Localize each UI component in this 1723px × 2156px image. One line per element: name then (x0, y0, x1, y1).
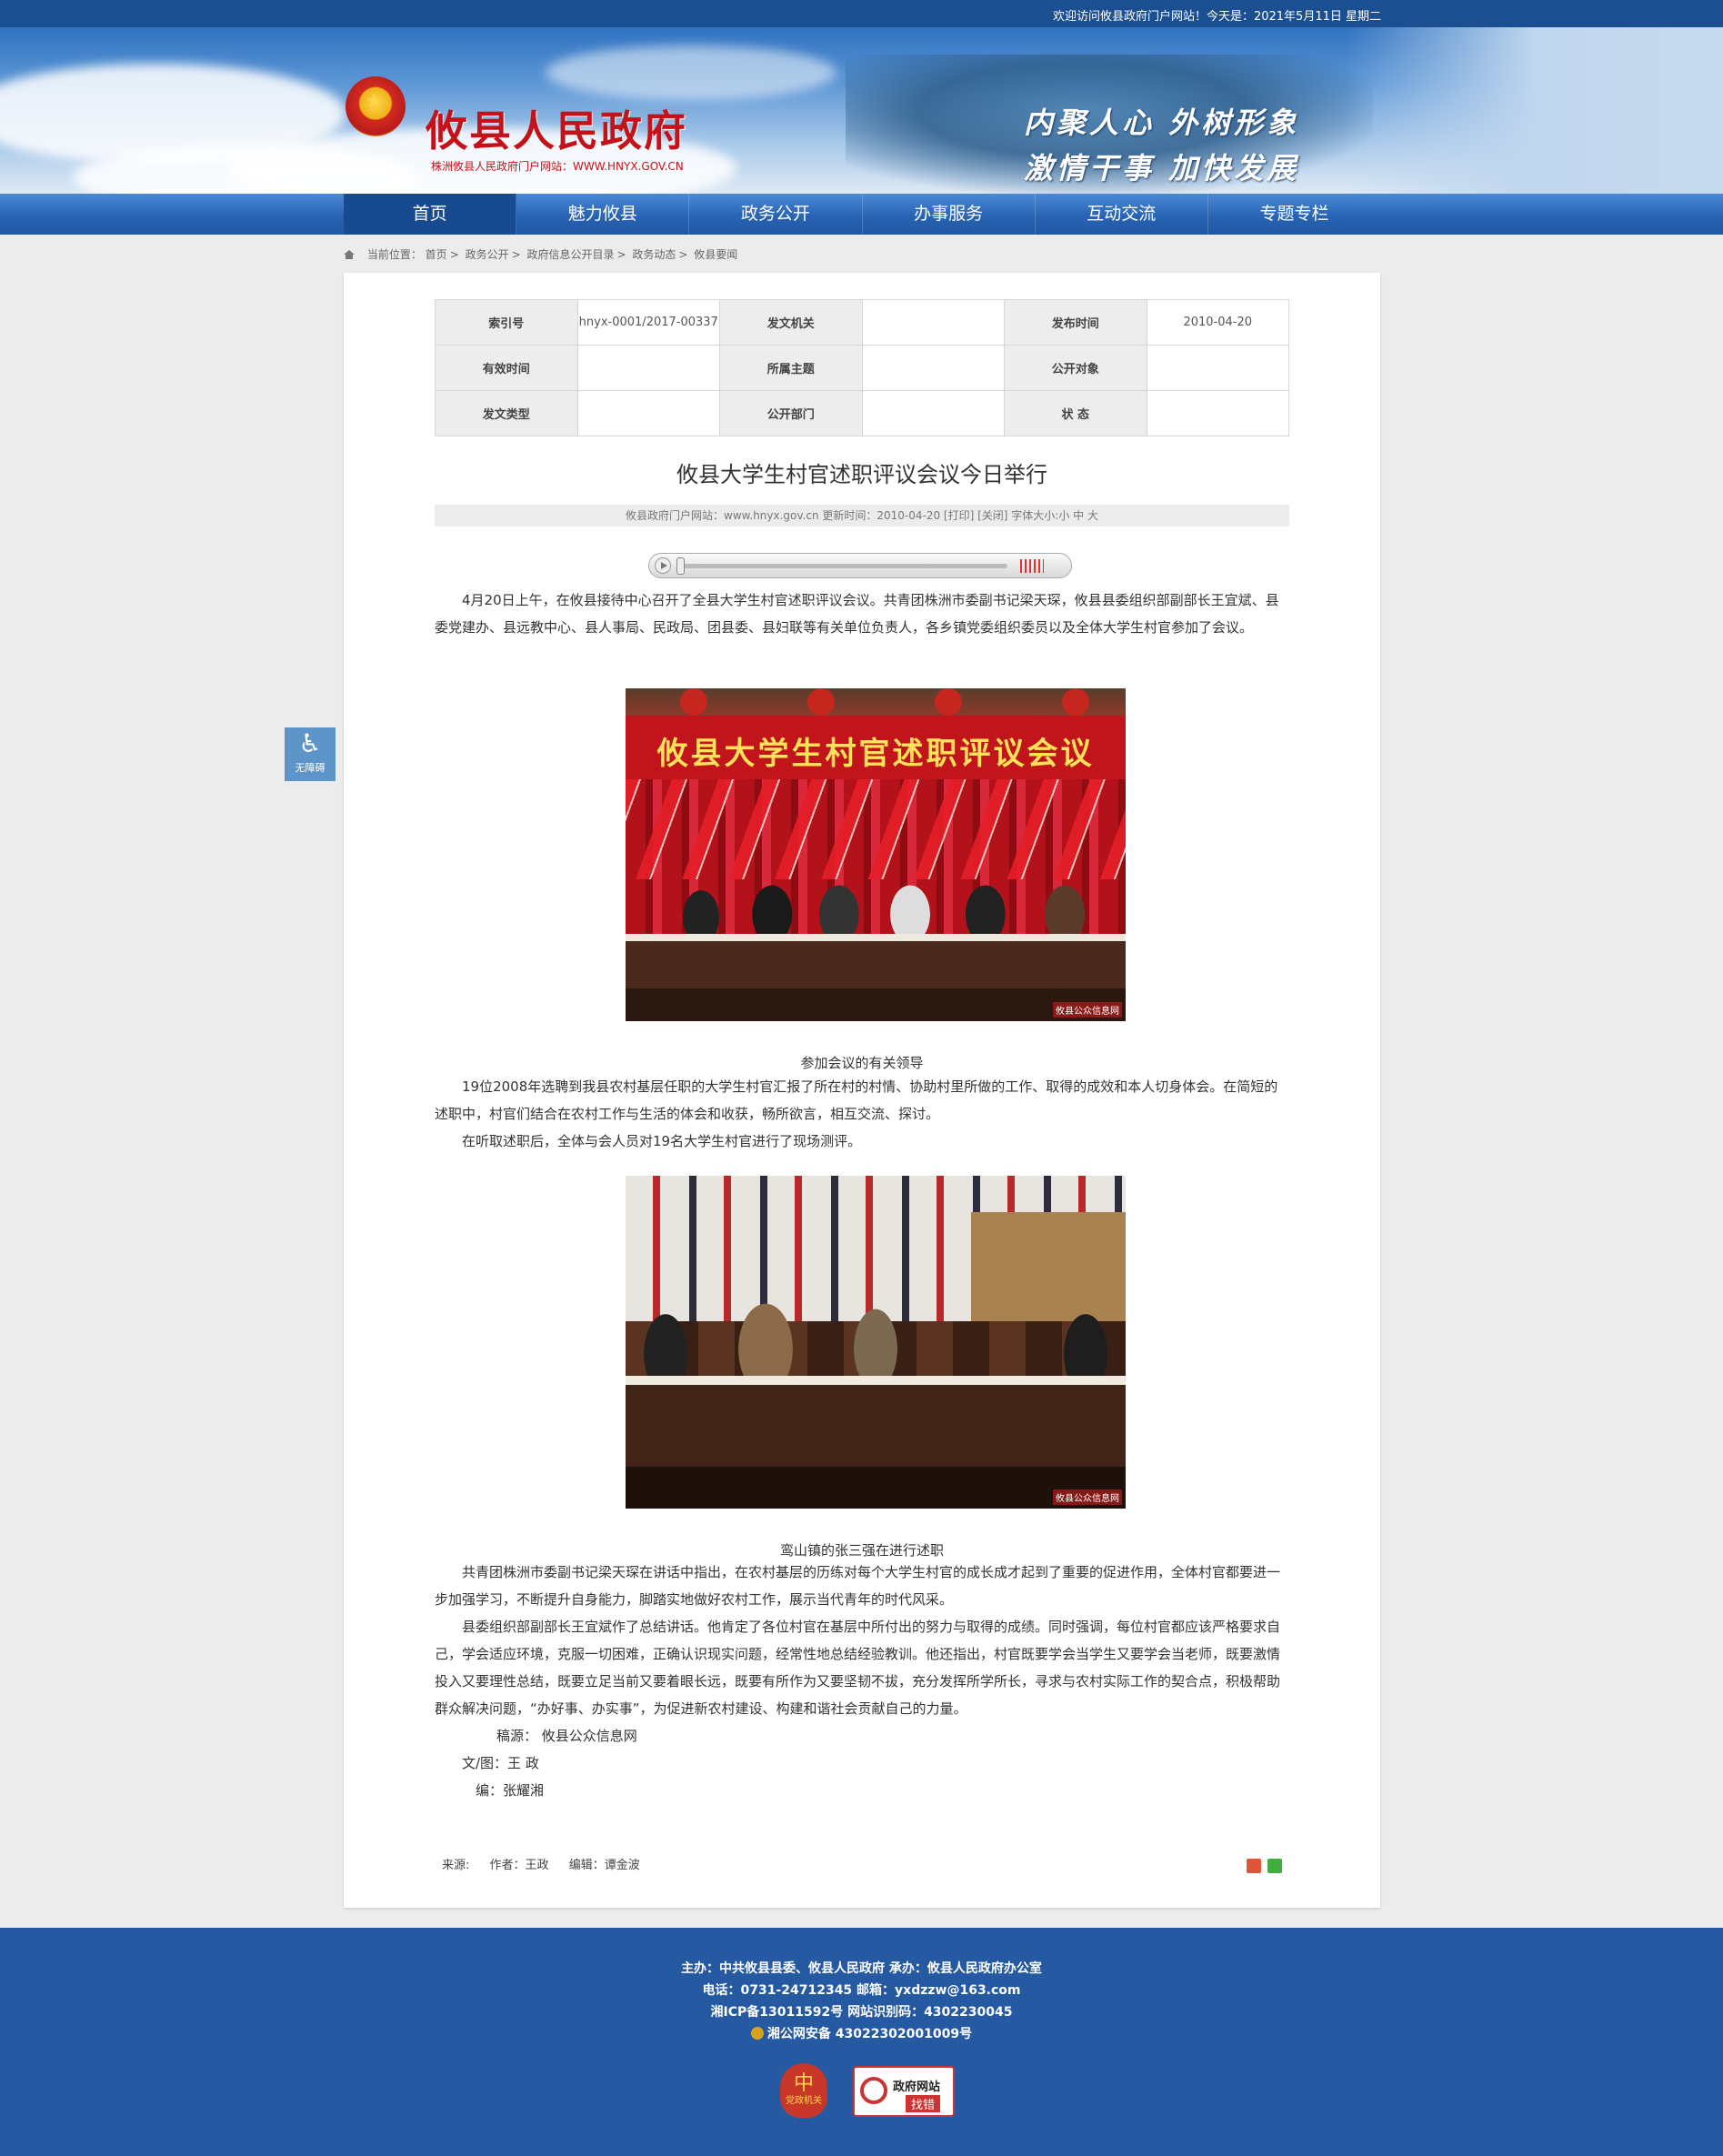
nav-item-charm[interactable]: 魅力攸县 (516, 194, 690, 235)
footer-sponsor: 主办：中共攸县县委、攸县人民政府 承办：攸县人民政府办公室 (681, 1961, 1042, 1976)
wheelchair-icon: ♿ (298, 728, 322, 758)
footer-police-text: 湘公网安备 43022302001009号 (766, 2027, 973, 2041)
meta-key: 公开对象 (1004, 345, 1147, 391)
author-label: 作者：王政 (489, 1859, 549, 1872)
meta-value (1146, 390, 1289, 436)
article-paragraph: 4月20日上午，在攸县接待中心召开了全县大学生村官述职评议会议。共青团株洲市委副… (435, 592, 1279, 636)
progress-track[interactable] (678, 564, 1007, 568)
meta-key: 公开部门 (719, 390, 863, 436)
meta-value: 2010-04-20 (1146, 299, 1289, 346)
meta-value (861, 299, 1005, 346)
article-info-bar[interactable]: 攸县政府门户网站：www.hnyx.gov.cn 更新时间：2010-04-20… (435, 505, 1289, 526)
footer-contact: 电话：0731-24712345 邮箱：yxdzzw@163.com (702, 1983, 1021, 1998)
nav-item-home[interactable]: 首页 (344, 194, 517, 235)
main-nav: 首页 魅力攸县 政务公开 办事服务 互动交流 专题专栏 (0, 194, 1723, 235)
article-author-line: 文/图：王 政 (462, 1755, 539, 1771)
article-paragraph: 19位2008年选聘到我县农村基层任职的大学生村官汇报了所在村的村情、协助村里所… (435, 1078, 1278, 1122)
breadcrumb-item[interactable]: 政务动态 (632, 248, 676, 261)
photo-banner-text: 攸县大学生村官述职评议会议 (656, 736, 1095, 772)
breadcrumb-item[interactable]: 政府信息公开目录 (526, 248, 614, 261)
meta-key: 发文类型 (435, 390, 578, 436)
article-editor-line: 编：张耀湘 (476, 1782, 545, 1799)
play-icon[interactable] (655, 557, 671, 574)
accessibility-label: 无障碍 (295, 762, 326, 774)
document-meta-table: 索引号 hnyx-0001/2017-00337 发文机关 发布时间 2010-… (435, 299, 1289, 436)
footer-icp: 湘ICP备13011592号 网站识别码：4302230045 (710, 2005, 1013, 2020)
photo-caption: 参加会议的有关领导 (800, 1055, 924, 1071)
meta-key: 索引号 (435, 299, 578, 346)
article-paragraph: 县委组织部副部长王宜斌作了总结讲话。他肯定了各位村官在基层中所付出的努力与取得的… (435, 1619, 1281, 1717)
meta-key: 发文机关 (719, 299, 863, 346)
photo-caption: 鸾山镇的张三强在进行述职 (779, 1542, 944, 1559)
nav-item-topics[interactable]: 专题专栏 (1208, 194, 1380, 235)
party-gov-badge-label: 党政机关 (786, 2096, 822, 2106)
home-icon (344, 250, 355, 259)
article-body-2: 19位2008年选聘到我县农村基层任职的大学生村官汇报了所在村的村情、协助村里所… (435, 1073, 1289, 1155)
article-meta-footer: 来源: 作者：王政 编辑：谭金波 (442, 1855, 656, 1872)
photo-watermark: 攸县公众信息网 (1053, 1002, 1122, 1018)
share-weibo-icon[interactable] (1247, 1859, 1261, 1873)
meta-key: 有效时间 (435, 345, 578, 391)
report-error-label: 找错 (906, 2095, 941, 2112)
article-body-3: 共青团株洲市委副书记梁天琛在讲话中指出，在农村基层的历练对每个大学生村官的成长成… (435, 1559, 1289, 1804)
article-source-line: 稿源： 攸县公众信息网 (496, 1728, 637, 1744)
share-wechat-icon[interactable] (1267, 1859, 1282, 1873)
accessibility-button[interactable]: ♿ 无障碍 (285, 727, 336, 781)
breadcrumb-label: 当前位置： (366, 248, 422, 261)
magnifier-icon (860, 2077, 887, 2104)
breadcrumb-item[interactable]: 首页 (426, 248, 447, 261)
meta-key: 发布时间 (1004, 299, 1147, 346)
footer-police-record[interactable]: 湘公网安备 43022302001009号 (0, 2023, 1723, 2045)
progress-handle[interactable] (676, 557, 685, 575)
site-footer: 主办：中共攸县县委、攸县人民政府 承办：攸县人民政府办公室 电话：0731-24… (0, 1928, 1723, 2156)
volume-icon[interactable] (1020, 559, 1044, 573)
meta-value (861, 345, 1005, 391)
site-logo-title[interactable]: 攸县人民政府 (426, 98, 687, 158)
site-subtitle: 株洲攸县人民政府门户网站：WWW.HNYX.GOV.CN (431, 160, 684, 173)
article-paragraph: 在听取述职后，全体与会人员对19名大学生村官进行了现场测评。 (462, 1133, 862, 1149)
breadcrumb-item[interactable]: 攸县要闻 (694, 248, 737, 261)
breadcrumb-item[interactable]: 政务公开 (466, 248, 509, 261)
party-gov-badge-mark: 中 (793, 2072, 814, 2095)
article-body-1: 4月20日上午，在攸县接待中心召开了全县大学生村官述职评议会议。共青团株洲市委副… (435, 587, 1289, 641)
report-error-title: 政府网站 (893, 2081, 941, 2094)
report-error-button[interactable]: 政府网站 找错 (853, 2066, 955, 2117)
meeting-photo-1: 攸县大学生村官述职评议会议 攸县公众信息网 (626, 688, 1126, 1021)
audio-player (648, 553, 1072, 578)
content-panel: 索引号 hnyx-0001/2017-00337 发文机关 发布时间 2010-… (344, 273, 1380, 1908)
meeting-photo-2: 攸县公众信息网 (626, 1176, 1126, 1509)
meta-key: 状 态 (1004, 390, 1147, 436)
party-gov-badge[interactable]: 中 党政机关 (780, 2063, 827, 2118)
meta-key: 所属主题 (719, 345, 863, 391)
editor-label: 编辑：谭金波 (568, 1859, 640, 1872)
meta-value (861, 390, 1005, 436)
article-paragraph: 共青团株洲市委副书记梁天琛在讲话中指出，在农村基层的历练对每个大学生村官的成长成… (435, 1564, 1281, 1608)
source-label: 来源: (442, 1859, 470, 1872)
nav-item-services[interactable]: 办事服务 (863, 194, 1036, 235)
top-bar: 欢迎访问攸县政府门户网站！今天是：2021年5月11日 星期二 (0, 0, 1723, 27)
meta-value (576, 345, 720, 391)
welcome-text: 欢迎访问攸县政府门户网站！今天是：2021年5月11日 星期二 (1052, 10, 1381, 24)
meta-value: hnyx-0001/2017-00337 (576, 299, 720, 346)
breadcrumb: 当前位置： 首页 > 政务公开 > 政府信息公开目录 > 政务动态 > 攸县要闻 (344, 246, 737, 262)
nav-item-interaction[interactable]: 互动交流 (1036, 194, 1208, 235)
meta-value (1146, 345, 1289, 391)
police-badge-icon (750, 2027, 764, 2040)
article-title: 攸县大学生村官述职评议会议今日举行 (676, 462, 1047, 487)
nav-item-gov-affairs[interactable]: 政务公开 (689, 194, 863, 235)
slogan-line-2: 激情干事 加快发展 (1024, 151, 1300, 186)
slogan-line-1: 内聚人心 外树形象 (1024, 105, 1300, 140)
meta-value (576, 390, 720, 436)
header-banner: ★ 攸县人民政府 株洲攸县人民政府门户网站：WWW.HNYX.GOV.CN 内聚… (0, 27, 1723, 194)
national-emblem-icon: ★ (346, 76, 406, 136)
photo-watermark: 攸县公众信息网 (1053, 1489, 1122, 1505)
